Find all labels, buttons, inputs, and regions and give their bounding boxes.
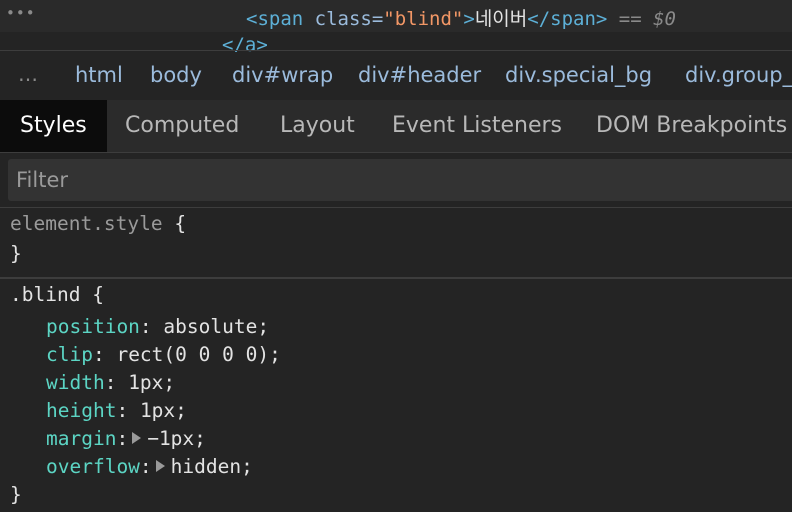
sidebar-tabs: Styles Computed Layout Event Listeners D… (0, 100, 792, 152)
breadcrumb-item-header[interactable]: div#header (358, 63, 481, 87)
rule-header[interactable]: .blind { (10, 283, 104, 306)
rule-close: } (10, 242, 22, 265)
property-name[interactable]: overflow (46, 455, 140, 478)
span-text: 네이버 (474, 8, 528, 30)
declaration-margin[interactable]: margin: −1px; (46, 427, 206, 450)
dom-tree: ••• <span class="blind">네이버</span> == $0… (0, 0, 792, 52)
span-open-close: > (463, 8, 475, 30)
class-attr-value: "blind" (383, 8, 464, 30)
expand-triangle-icon[interactable] (155, 460, 165, 472)
property-name[interactable]: clip (46, 343, 93, 366)
property-value[interactable]: hidden; (171, 455, 253, 478)
declaration-overflow[interactable]: overflow: hidden; (46, 455, 253, 478)
tab-styles[interactable]: Styles (0, 100, 107, 152)
rule-header[interactable]: element.style { (10, 212, 186, 235)
tab-layout[interactable]: Layout (280, 100, 355, 152)
selected-span-node[interactable]: <span class="blind">네이버</span> == $0 (246, 4, 676, 31)
property-value[interactable]: 1px; (128, 371, 175, 394)
rule-close-brace: } (10, 242, 22, 265)
rule-close-brace: } (10, 483, 22, 506)
element-style-rule: element.style { } (0, 208, 792, 277)
property-name[interactable]: position (46, 315, 140, 338)
filter-input[interactable] (8, 159, 792, 201)
tab-dom-breakpoints[interactable]: DOM Breakpoints (596, 100, 787, 152)
expand-triangle-icon[interactable] (132, 432, 142, 444)
selected-var: $0 (653, 8, 676, 30)
span-open-tag: <span (246, 8, 304, 30)
rule-open-brace: { (80, 283, 104, 306)
property-name[interactable]: height (46, 399, 116, 422)
rule-open-brace: { (162, 212, 187, 235)
rule-selector: element.style (10, 212, 163, 235)
breadcrumb-item-special-bg[interactable]: div.special_bg (505, 63, 652, 87)
filter-bar (0, 153, 792, 207)
property-value[interactable]: 1px; (140, 399, 187, 422)
property-value[interactable]: rect(0 0 0 0); (116, 343, 280, 366)
span-close-tag: </span> (527, 8, 608, 30)
breadcrumb-item-html[interactable]: html (75, 63, 123, 87)
rule-selector: .blind (10, 283, 81, 306)
breadcrumb-item-body[interactable]: body (150, 63, 202, 87)
property-value[interactable]: absolute; (163, 315, 269, 338)
breadcrumb-overflow-button[interactable]: … (18, 62, 39, 86)
property-name[interactable]: margin (46, 427, 116, 450)
rule-close: } (10, 483, 22, 506)
breadcrumb-item-group[interactable]: div.group_ (685, 63, 792, 87)
declaration-width[interactable]: width: 1px; (46, 371, 175, 394)
tab-event-listeners[interactable]: Event Listeners (392, 100, 562, 152)
tab-computed[interactable]: Computed (125, 100, 239, 152)
class-attr-name: class= (303, 8, 384, 30)
declaration-height[interactable]: height: 1px; (46, 399, 187, 422)
breadcrumb-item-wrap[interactable]: div#wrap (232, 63, 333, 87)
declaration-position[interactable]: position: absolute; (46, 315, 269, 338)
property-name[interactable]: width (46, 371, 105, 394)
breadcrumb: … html body div#wrap div#header div.spec… (0, 52, 792, 100)
property-value[interactable]: −1px; (147, 427, 206, 450)
divider (0, 50, 792, 51)
declaration-clip[interactable]: clip: rect(0 0 0 0); (46, 343, 281, 366)
blind-rule: .blind { position: absolute; clip: rect(… (0, 279, 792, 512)
selected-eq: == (607, 8, 654, 30)
dom-more-dots[interactable]: ••• (6, 4, 36, 22)
